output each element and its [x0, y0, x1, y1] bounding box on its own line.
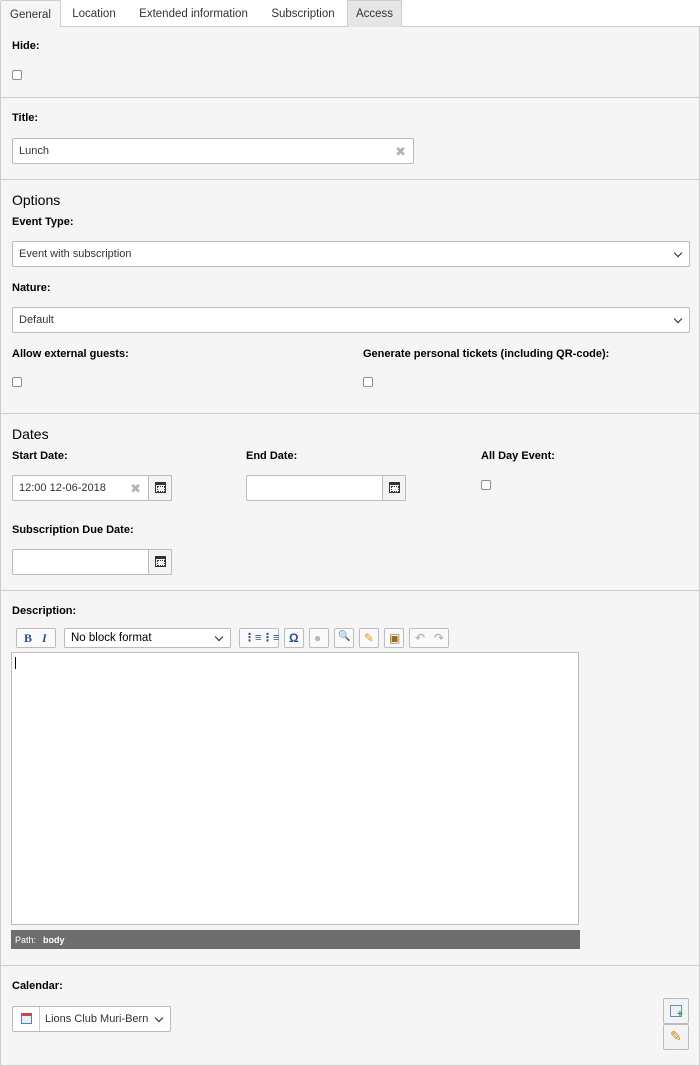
allow-guests-checkbox[interactable]	[12, 377, 22, 387]
end-date-picker-button[interactable]	[382, 475, 406, 501]
calendar-icon	[155, 482, 166, 493]
paste-button[interactable]: ▣	[384, 628, 404, 648]
add-record-button[interactable]: +	[663, 998, 689, 1024]
clear-icon[interactable]: ✖	[130, 481, 141, 497]
find-button[interactable]: 🔍	[334, 628, 354, 648]
calendar-value: Lions Club Muri-Bern	[45, 1013, 149, 1025]
calendar-record-icon-wrap	[13, 1007, 40, 1031]
special-char-button[interactable]: Ω	[284, 628, 304, 648]
path-value[interactable]: body	[43, 935, 65, 945]
dates-heading: Dates	[12, 426, 49, 442]
edit-record-button[interactable]: ✎	[663, 1024, 689, 1050]
undo-redo-group: ↶ ↷	[409, 628, 449, 648]
path-label: Path:	[15, 934, 37, 945]
end-date-label: End Date:	[246, 450, 298, 462]
description-editor[interactable]	[11, 652, 579, 925]
chevron-down-icon	[154, 1013, 164, 1023]
clean-button[interactable]: ✎	[359, 628, 379, 648]
tab-general[interactable]: General	[0, 0, 61, 28]
start-date-value: 12:00 12-06-2018	[19, 482, 106, 494]
chevron-down-icon	[214, 632, 224, 642]
personal-tickets-checkbox[interactable]	[363, 377, 373, 387]
calendar-select[interactable]: Lions Club Muri-Bern	[12, 1006, 171, 1032]
tab-location[interactable]: Location	[61, 0, 127, 27]
tab-label: Subscription	[271, 8, 335, 20]
options-heading: Options	[12, 192, 61, 208]
pencil-icon: ✎	[670, 1028, 682, 1044]
link-button[interactable]: ●	[309, 628, 329, 648]
dates-section: Dates Start Date: 12:00 12-06-2018 ✖ End…	[1, 414, 699, 591]
nature-label: Nature:	[12, 282, 51, 294]
block-format-select[interactable]: No block format	[64, 628, 231, 648]
unordered-list-icon[interactable]: ⋮≡	[262, 631, 279, 644]
nature-select[interactable]: Default	[12, 307, 690, 333]
tab-label: Access	[355, 8, 394, 20]
hide-label: Hide:	[12, 40, 40, 52]
nature-value: Default	[19, 314, 54, 326]
binoculars-icon: 🔍	[338, 631, 351, 642]
start-date-picker-button[interactable]	[148, 475, 172, 501]
calendar-section: Calendar: Lions Club Muri-Bern	[1, 966, 699, 1066]
due-date-label: Subscription Due Date:	[12, 524, 134, 536]
text-caret	[15, 657, 16, 669]
due-date-input[interactable]	[12, 549, 172, 575]
tab-subscription[interactable]: Subscription	[260, 0, 346, 27]
plus-icon: +	[677, 1009, 683, 1020]
chevron-down-icon	[673, 248, 683, 258]
redo-icon[interactable]: ↷	[434, 631, 444, 645]
editor-path-bar: Path: body	[11, 930, 580, 949]
calendar-record-icon	[21, 1013, 32, 1024]
title-value: Lunch	[19, 145, 49, 157]
calendar-icon	[389, 482, 400, 493]
all-day-label: All Day Event:	[481, 450, 555, 462]
event-type-label: Event Type:	[12, 216, 74, 228]
title-section: Title: Lunch ✖	[1, 98, 699, 180]
hide-checkbox[interactable]	[12, 70, 22, 80]
bold-icon[interactable]: B	[24, 631, 32, 646]
title-input[interactable]: Lunch ✖	[12, 138, 414, 164]
italic-icon[interactable]: I	[42, 631, 47, 646]
paste-icon: ▣	[389, 631, 401, 645]
start-date-label: Start Date:	[12, 450, 68, 462]
format-button-group: B I	[16, 628, 56, 648]
description-label: Description:	[12, 605, 77, 617]
event-type-select[interactable]: Event with subscription	[12, 241, 690, 267]
personal-tickets-label: Generate personal tickets (including QR-…	[363, 348, 610, 360]
ordered-list-icon[interactable]: ⋮≡	[244, 631, 261, 644]
end-date-input[interactable]	[246, 475, 406, 501]
start-date-input[interactable]: 12:00 12-06-2018 ✖	[12, 475, 172, 501]
allow-guests-label: Allow external guests:	[12, 348, 129, 360]
tab-bar: General Location Extended information Su…	[0, 0, 700, 28]
calendar-icon	[155, 556, 166, 567]
undo-icon[interactable]: ↶	[415, 631, 425, 645]
block-format-value: No block format	[71, 632, 152, 644]
event-type-value: Event with subscription	[19, 248, 132, 260]
list-button-group: ⋮≡ ⋮≡	[239, 628, 279, 648]
tab-extended-information[interactable]: Extended information	[127, 0, 260, 27]
options-section: Options Event Type: Event with subscript…	[1, 180, 699, 414]
hide-section: Hide:	[1, 27, 699, 98]
omega-icon: Ω	[289, 631, 299, 645]
broom-icon: ✎	[364, 631, 375, 645]
due-date-picker-button[interactable]	[148, 549, 172, 575]
all-day-checkbox[interactable]	[481, 480, 491, 490]
title-label: Title:	[12, 112, 39, 124]
tab-label: Location	[72, 8, 116, 20]
tab-access[interactable]: Access	[347, 0, 402, 27]
tab-label: General	[10, 8, 51, 21]
calendar-label: Calendar:	[12, 980, 63, 992]
clear-icon[interactable]: ✖	[395, 144, 406, 160]
tab-label: Extended information	[139, 8, 248, 20]
chevron-down-icon	[673, 314, 683, 324]
link-icon: ●	[314, 631, 322, 645]
